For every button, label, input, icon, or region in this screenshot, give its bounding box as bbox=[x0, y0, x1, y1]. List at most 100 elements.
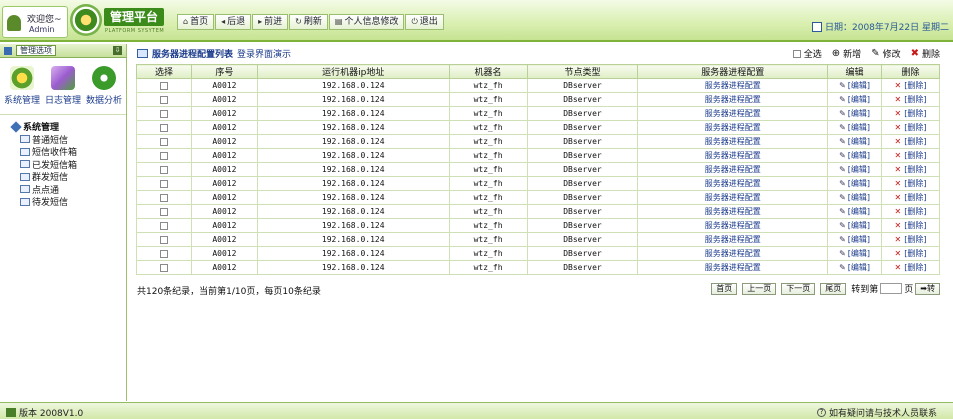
cell-ip: 192.168.0.124 bbox=[256, 106, 450, 121]
row-checkbox[interactable] bbox=[159, 95, 168, 104]
row-edit-link[interactable]: ✎ [编辑] bbox=[839, 179, 870, 188]
config-link[interactable]: 服务器进程配置 bbox=[637, 176, 829, 191]
first-page-button[interactable]: 首页 bbox=[711, 282, 738, 295]
row-checkbox[interactable] bbox=[159, 137, 168, 146]
row-delete-link[interactable]: ✕ [删除] bbox=[895, 263, 927, 272]
row-checkbox[interactable] bbox=[159, 193, 168, 202]
next-page-button[interactable]: 下一页 bbox=[781, 282, 816, 295]
prev-page-button[interactable]: 上一页 bbox=[742, 282, 777, 295]
row-delete-link[interactable]: ✕ [删除] bbox=[895, 221, 927, 230]
row-delete-link[interactable]: ✕ [删除] bbox=[895, 207, 927, 216]
row-checkbox[interactable] bbox=[159, 263, 168, 272]
row-checkbox[interactable] bbox=[159, 81, 168, 90]
row-checkbox[interactable] bbox=[159, 221, 168, 230]
row-delete-link[interactable]: ✕ [删除] bbox=[895, 249, 927, 258]
page-number-input[interactable] bbox=[880, 283, 903, 294]
table-header-row: 选择 序号 运行机器ip地址 机器名 节点类型 服务器进程配置 编辑 删除 bbox=[136, 64, 940, 79]
edit-cell: ✎ [编辑] bbox=[827, 106, 883, 121]
row-edit-link[interactable]: ✎ [编辑] bbox=[839, 221, 870, 230]
nav-back-button[interactable]: ◂ 后退 bbox=[215, 14, 252, 30]
row-delete-link[interactable]: ✕ [删除] bbox=[895, 165, 927, 174]
shortcut-analysis[interactable]: 数据分析 bbox=[86, 66, 122, 106]
menu-group-system[interactable]: 系统管理 bbox=[10, 120, 126, 133]
sidebar-item-normal-sms[interactable]: 普通短信 bbox=[20, 133, 126, 146]
row-edit-link[interactable]: ✎ [编辑] bbox=[839, 95, 870, 104]
row-edit-link[interactable]: ✎ [编辑] bbox=[839, 165, 870, 174]
row-delete-link[interactable]: ✕ [删除] bbox=[895, 95, 927, 104]
config-link[interactable]: 服务器进程配置 bbox=[637, 204, 829, 219]
config-link[interactable]: 服务器进程配置 bbox=[637, 232, 829, 247]
row-edit-link[interactable]: ✎ [编辑] bbox=[839, 137, 870, 146]
row-checkbox[interactable] bbox=[159, 151, 168, 160]
row-edit-link[interactable]: ✎ [编辑] bbox=[839, 123, 870, 132]
row-delete-link[interactable]: ✕ [删除] bbox=[895, 137, 927, 146]
config-link[interactable]: 服务器进程配置 bbox=[637, 190, 829, 205]
cell-node-type: DBserver bbox=[526, 92, 639, 107]
table-row: A0012 192.168.0.124 wtz_fh DBserver 服务器进程配置 ✎… bbox=[136, 190, 940, 205]
row-delete-link[interactable]: ✕ [删除] bbox=[895, 193, 927, 202]
row-edit-link[interactable]: ✎ [编辑] bbox=[839, 249, 870, 258]
config-link[interactable]: 服务器进程配置 bbox=[637, 260, 829, 275]
cell-index: A0012 bbox=[190, 78, 258, 93]
row-delete-link[interactable]: ✕ [删除] bbox=[895, 123, 927, 132]
platform-logo-icon bbox=[70, 4, 102, 36]
nav-home-button[interactable]: ⌂ 首页 bbox=[177, 14, 215, 30]
config-link[interactable]: 服务器进程配置 bbox=[637, 78, 829, 93]
row-edit-link[interactable]: ✎ [编辑] bbox=[839, 109, 870, 118]
config-link[interactable]: 服务器进程配置 bbox=[637, 106, 829, 121]
sidebar-item-p2p[interactable]: 点点通 bbox=[20, 183, 126, 196]
last-page-button[interactable]: 尾页 bbox=[820, 282, 847, 295]
checkbox-icon bbox=[792, 49, 801, 58]
sidebar-item-inbox[interactable]: 短信收件箱 bbox=[20, 146, 126, 158]
config-link[interactable]: 服务器进程配置 bbox=[637, 148, 829, 163]
edit-button[interactable]: ✎ 修改 bbox=[871, 47, 900, 60]
config-link[interactable]: 服务器进程配置 bbox=[637, 162, 829, 177]
add-button[interactable]: ⊕ 新增 bbox=[832, 47, 861, 60]
row-select-cell bbox=[136, 218, 192, 233]
row-checkbox[interactable] bbox=[159, 249, 168, 258]
row-delete-link[interactable]: ✕ [删除] bbox=[895, 179, 927, 188]
nav-forward-button[interactable]: ▸ 前进 bbox=[252, 14, 289, 30]
row-edit-link[interactable]: ✎ [编辑] bbox=[839, 235, 870, 244]
row-edit-link[interactable]: ✎ [编辑] bbox=[839, 81, 870, 90]
row-checkbox[interactable] bbox=[159, 179, 168, 188]
row-checkbox[interactable] bbox=[159, 165, 168, 174]
go-button[interactable]: ➡转 bbox=[915, 282, 940, 295]
row-delete-link[interactable]: ✕ [删除] bbox=[895, 109, 927, 118]
config-link[interactable]: 服务器进程配置 bbox=[637, 92, 829, 107]
row-delete-link[interactable]: ✕ [删除] bbox=[895, 235, 927, 244]
config-link[interactable]: 服务器进程配置 bbox=[637, 218, 829, 233]
row-edit-link[interactable]: ✎ [编辑] bbox=[839, 151, 870, 160]
row-delete-link[interactable]: ✕ [删除] bbox=[895, 151, 927, 160]
row-edit-link[interactable]: ✎ [编辑] bbox=[839, 207, 870, 216]
row-checkbox[interactable] bbox=[159, 123, 168, 132]
nav-refresh-button[interactable]: ↻ 刷新 bbox=[289, 14, 328, 30]
config-link[interactable]: 服务器进程配置 bbox=[637, 246, 829, 261]
forward-arrow-icon: ▸ bbox=[258, 17, 263, 26]
sidebar-item-sent[interactable]: 已发短信箱 bbox=[20, 158, 126, 171]
select-all-button[interactable]: 全选 bbox=[792, 47, 822, 60]
sidebar-item-pending[interactable]: 待发短信 bbox=[20, 196, 126, 208]
row-delete-link[interactable]: ✕ [删除] bbox=[895, 81, 927, 90]
top-header: 欢迎您~ Admin 管理平台 PLATFORM SYSYTEM ⌂ 首页 ◂ 后退… bbox=[0, 0, 953, 42]
shortcut-system[interactable]: 系统管理 bbox=[4, 66, 40, 106]
collapse-icon[interactable]: ⇩ bbox=[113, 46, 122, 55]
row-edit-link[interactable]: ✎ [编辑] bbox=[839, 263, 870, 272]
config-link[interactable]: 服务器进程配置 bbox=[637, 120, 829, 135]
cell-machine: wtz_fh bbox=[448, 190, 528, 205]
nav-logout-button[interactable]: ⏻ 退出 bbox=[405, 14, 444, 30]
delete-button[interactable]: ✖ 删除 bbox=[911, 47, 940, 60]
col-header-delete: 删除 bbox=[881, 64, 940, 79]
config-link[interactable]: 服务器进程配置 bbox=[637, 134, 829, 149]
row-checkbox[interactable] bbox=[159, 207, 168, 216]
row-edit-link[interactable]: ✎ [编辑] bbox=[839, 193, 870, 202]
row-checkbox[interactable] bbox=[159, 109, 168, 118]
home-icon: ⌂ bbox=[183, 17, 189, 26]
shortcut-log[interactable]: 日志管理 bbox=[45, 66, 81, 106]
cell-index: A0012 bbox=[190, 162, 258, 177]
cell-machine: wtz_fh bbox=[448, 204, 528, 219]
row-checkbox[interactable] bbox=[159, 235, 168, 244]
nav-profile-button[interactable]: ▤ 个人信息修改 bbox=[328, 14, 405, 30]
sidebar-item-broadcast[interactable]: 群发短信 bbox=[20, 171, 126, 183]
help-info[interactable]: ? 如有疑问请与技术人员联系 bbox=[816, 406, 937, 419]
